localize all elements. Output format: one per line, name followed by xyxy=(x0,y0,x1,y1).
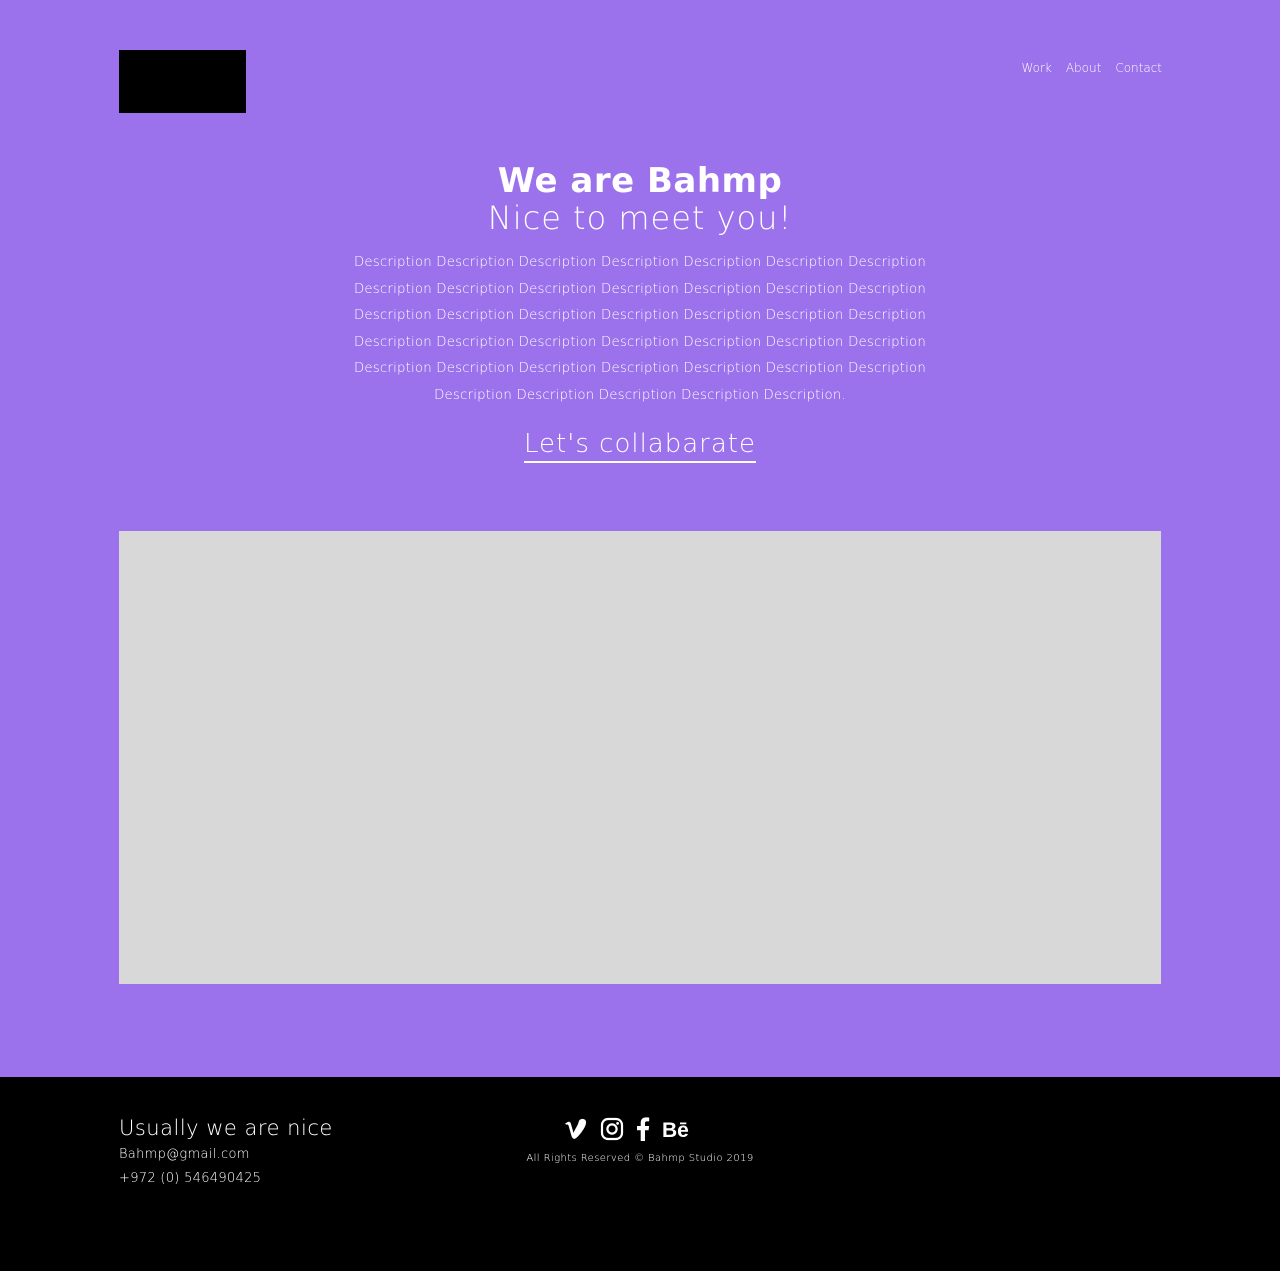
media-placeholder xyxy=(119,531,1161,984)
behance-icon[interactable]: Bē xyxy=(662,1118,692,1140)
footer-phone[interactable]: +972 (0) 546490425 xyxy=(119,1167,333,1191)
svg-text:Bē: Bē xyxy=(662,1119,689,1140)
footer: Usually we are nice Bahmp@gmail.com +972… xyxy=(0,1077,1280,1271)
hero-title: We are Bahmp xyxy=(497,161,783,201)
hero-subtitle: Nice to meet you! xyxy=(487,199,793,237)
hero-description: Description Description Description Desc… xyxy=(353,255,927,403)
nav-item-work[interactable]: Work xyxy=(1021,61,1051,75)
footer-tagline: Usually we are nice xyxy=(119,1116,333,1140)
copyright: All Rights Reserved © Bahmp Studio 2019 xyxy=(526,1153,754,1164)
vimeo-icon[interactable] xyxy=(564,1118,588,1140)
nav-item-about[interactable]: About xyxy=(1066,61,1101,75)
collaborate-link[interactable]: Let's collabarate xyxy=(523,428,756,463)
main-nav: Work About Contact xyxy=(1021,61,1162,75)
hero-section: We are Bahmp Nice to meet you! Descripti… xyxy=(0,162,1280,463)
logo[interactable] xyxy=(119,50,246,113)
nav-item-contact[interactable]: Contact xyxy=(1115,61,1162,75)
instagram-icon[interactable] xyxy=(600,1117,624,1141)
facebook-icon[interactable] xyxy=(636,1117,650,1141)
social-links: Bē xyxy=(564,1117,692,1141)
